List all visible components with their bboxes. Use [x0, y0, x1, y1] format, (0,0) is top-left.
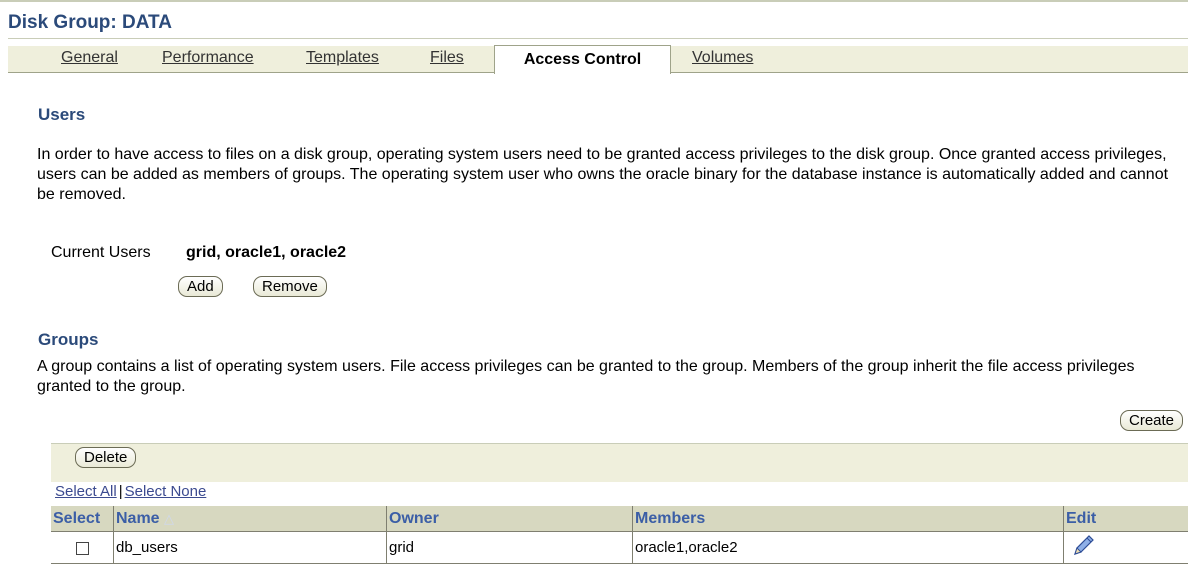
remove-user-button[interactable]: Remove	[253, 276, 327, 297]
tab-performance[interactable]: Performance	[162, 46, 254, 72]
select-links: Select All | Select None	[55, 483, 206, 500]
table-action-panel: Delete	[51, 443, 1188, 482]
title-divider	[8, 38, 1188, 39]
delete-group-button[interactable]: Delete	[75, 447, 137, 468]
name-header-label: Name	[116, 509, 160, 527]
pencil-icon[interactable]	[1070, 533, 1096, 563]
column-header-name[interactable]: Name △	[113, 506, 387, 532]
tab-general[interactable]: General	[61, 46, 118, 72]
column-header-members: Members	[632, 506, 1064, 532]
column-header-edit: Edit	[1063, 506, 1188, 532]
select-none-link[interactable]: Select None	[125, 483, 207, 500]
tab-access-control[interactable]: Access Control	[494, 45, 671, 74]
row-members: oracle1,oracle2	[632, 531, 1064, 564]
page-title: Disk Group: DATA	[8, 12, 172, 33]
row-name: db_users	[113, 531, 387, 564]
row-owner: grid	[386, 531, 633, 564]
row-checkbox[interactable]	[75, 541, 89, 555]
row-select-cell	[51, 531, 114, 564]
groups-heading: Groups	[38, 330, 99, 349]
table-header-row: Select Name △ Owner Members Edit	[51, 506, 1188, 532]
groups-description: A group contains a list of operating sys…	[37, 358, 1135, 395]
groups-table: Select Name △ Owner Members Edit db_user…	[51, 506, 1188, 564]
column-header-select: Select	[51, 506, 114, 532]
tab-templates[interactable]: Templates	[306, 46, 379, 72]
row-edit-cell	[1063, 531, 1188, 564]
table-row: db_users grid oracle1,oracle2	[51, 531, 1188, 564]
users-description: In order to have access to files on a di…	[37, 146, 1169, 203]
sort-ascending-icon: △	[164, 510, 175, 526]
users-heading: Users	[38, 105, 86, 124]
create-group-button[interactable]: Create	[1120, 410, 1184, 431]
select-links-separator: |	[118, 483, 123, 500]
top-border	[0, 0, 1188, 2]
current-users-label: Current Users	[51, 244, 151, 261]
tab-bar: General Performance Templates Files Acce…	[8, 45, 1188, 74]
tab-volumes[interactable]: Volumes	[692, 46, 753, 72]
tab-files[interactable]: Files	[430, 46, 464, 72]
select-all-link[interactable]: Select All	[55, 483, 117, 500]
column-header-owner: Owner	[386, 506, 633, 532]
current-users-value: grid, oracle1, oracle2	[186, 244, 347, 261]
add-user-button[interactable]: Add	[178, 276, 223, 297]
